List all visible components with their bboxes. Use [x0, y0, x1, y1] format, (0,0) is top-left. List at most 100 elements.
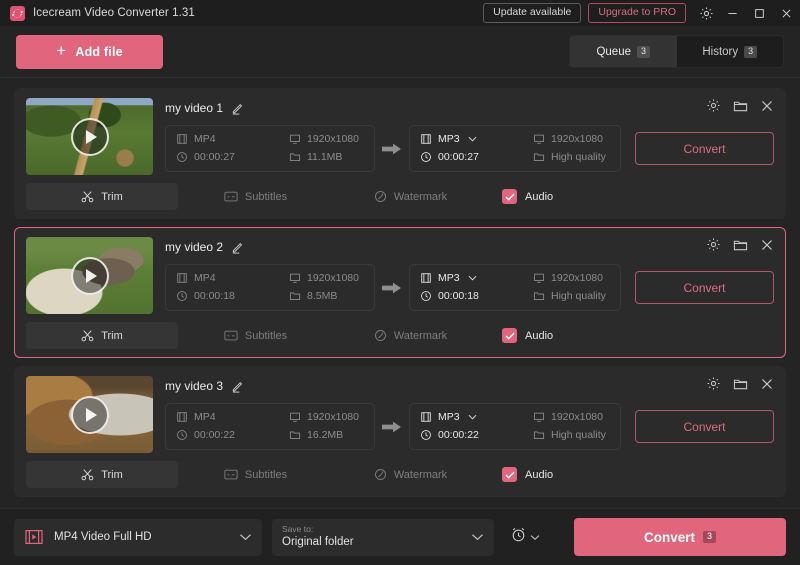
audio-checkbox-group[interactable]: Audio — [502, 467, 553, 482]
window-title: Icecream Video Converter 1.31 — [33, 7, 195, 19]
checkbox-checked-icon[interactable] — [502, 467, 517, 482]
queue-item-3[interactable]: my video 3 MP4 1920x1080 00:00:22 16.2MB… — [14, 366, 786, 497]
close-icon[interactable] — [760, 377, 774, 391]
subtitles-tab[interactable]: Subtitles — [178, 461, 333, 488]
folder-icon[interactable] — [733, 238, 748, 252]
target-duration-label: 00:00:27 — [438, 151, 479, 163]
trim-label: Trim — [101, 329, 123, 342]
source-size-label: 8.5MB — [307, 290, 338, 302]
trim-tab[interactable]: Trim — [26, 183, 178, 210]
chevron-down-icon[interactable] — [468, 275, 477, 281]
trim-tab[interactable]: Trim — [26, 461, 178, 488]
chevron-down-icon[interactable] — [471, 533, 484, 541]
minimize-icon[interactable] — [719, 0, 746, 26]
source-format: MP4 — [176, 411, 281, 423]
gear-icon[interactable] — [706, 98, 721, 113]
pencil-icon[interactable] — [231, 102, 244, 115]
gear-icon[interactable] — [706, 237, 721, 252]
trim-tab[interactable]: Trim — [26, 322, 178, 349]
convert-item-button[interactable]: Convert — [635, 132, 774, 165]
play-icon[interactable] — [70, 395, 109, 434]
chevron-down-icon[interactable] — [239, 533, 252, 541]
plus-icon: + — [56, 41, 67, 60]
subtitles-tab[interactable]: Subtitles — [178, 322, 333, 349]
gear-icon[interactable] — [706, 376, 721, 391]
target-format[interactable]: MP3 — [420, 272, 525, 284]
convert-all-button[interactable]: Convert 3 — [574, 518, 786, 556]
subtitles-label: Subtitles — [244, 190, 288, 203]
target-format[interactable]: MP3 — [420, 133, 525, 145]
folder-icon[interactable] — [733, 377, 748, 391]
queue-item-1-options: Trim Subtitles Watermark Audio — [26, 183, 774, 210]
folder-icon[interactable] — [733, 99, 748, 113]
update-available-button[interactable]: Update available — [483, 3, 582, 23]
chevron-down-icon[interactable] — [468, 136, 477, 142]
pencil-icon[interactable] — [231, 241, 244, 254]
save-to-label: Save to: — [282, 523, 314, 534]
add-file-button[interactable]: + Add file — [16, 34, 163, 69]
target-resolution: 1920x1080 — [533, 272, 610, 284]
close-icon[interactable] — [773, 0, 800, 26]
chevron-down-icon[interactable] — [468, 414, 477, 420]
target-duration: 00:00:22 — [420, 429, 525, 441]
source-format: MP4 — [176, 272, 281, 284]
checkbox-checked-icon[interactable] — [502, 189, 517, 204]
source-size: 8.5MB — [289, 290, 364, 302]
target-info[interactable]: MP3 1920x1080 00:00:2 — [409, 403, 621, 450]
source-info: MP4 1920x1080 00:00:22 16.2MB — [165, 403, 375, 450]
watermark-tab[interactable]: Watermark — [333, 322, 488, 349]
gear-icon[interactable] — [693, 0, 719, 26]
upgrade-to-pro-button[interactable]: Upgrade to PRO — [588, 3, 686, 23]
video-thumbnail-cheetah[interactable] — [26, 237, 153, 314]
source-resolution: 1920x1080 — [289, 411, 364, 423]
pencil-icon[interactable] — [231, 380, 244, 393]
queue-item-3-top: my video 3 MP4 1920x1080 00:00:22 16.2MB… — [26, 376, 774, 453]
source-duration-label: 00:00:22 — [194, 429, 235, 441]
target-quality-label: High quality — [551, 151, 606, 163]
output-format-select[interactable]: MP4 Video Full HD — [14, 518, 262, 556]
target-info[interactable]: MP3 1920x1080 00:00:18 High quality — [409, 264, 621, 311]
trim-label: Trim — [101, 190, 123, 203]
convert-item-button[interactable]: Convert — [635, 410, 774, 443]
queue-item-2[interactable]: my video 2 MP4 1920x1080 00:00:18 8.5MB … — [14, 227, 786, 358]
footer-bar: MP4 Video Full HD Save to: Original fold… — [0, 508, 800, 565]
save-to-inner: Save to: Original folder — [282, 524, 463, 550]
video-thumbnail-lion[interactable] — [26, 376, 153, 453]
chevron-down-icon[interactable] — [530, 528, 540, 546]
source-resolution-label: 1920x1080 — [307, 411, 359, 423]
watermark-tab[interactable]: Watermark — [333, 183, 488, 210]
queue-item-1[interactable]: my video 1 MP4 1920x1080 00:00:27 11.1MB… — [14, 88, 786, 219]
save-to-select[interactable]: Save to: Original folder — [272, 518, 494, 556]
close-icon[interactable] — [760, 99, 774, 113]
file-name: my video 1 — [165, 101, 224, 115]
queue-item-3-options: Trim Subtitles Watermark Audio — [26, 461, 774, 488]
checkbox-checked-icon[interactable] — [502, 328, 517, 343]
convert-item-button[interactable]: Convert — [635, 271, 774, 304]
watermark-label: Watermark — [393, 190, 448, 203]
play-icon[interactable] — [70, 256, 109, 295]
watermark-tab[interactable]: Watermark — [333, 461, 488, 488]
film-play-icon — [24, 528, 44, 546]
video-thumbnail-safari-road[interactable] — [26, 98, 153, 175]
close-icon[interactable] — [760, 238, 774, 252]
audio-checkbox-group[interactable]: Audio — [502, 189, 553, 204]
queue-item-1-top: my video 1 MP4 1920x1080 00:00:27 11.1MB… — [26, 98, 774, 175]
main-toolbar: + Add file Queue 3 History 3 — [0, 26, 800, 78]
target-quality: High quality — [533, 151, 610, 163]
target-info[interactable]: MP3 1920x1080 00:00:2 — [409, 125, 621, 172]
audio-label: Audio — [525, 468, 554, 481]
tab-queue[interactable]: Queue 3 — [570, 36, 677, 67]
play-icon[interactable] — [70, 117, 109, 156]
audio-label: Audio — [525, 329, 554, 342]
maximize-icon[interactable] — [746, 0, 773, 26]
source-format-label: MP4 — [194, 411, 216, 423]
target-resolution-label: 1920x1080 — [551, 133, 603, 145]
subtitles-tab[interactable]: Subtitles — [178, 183, 333, 210]
audio-checkbox-group[interactable]: Audio — [502, 328, 553, 343]
queue-item-2-tools — [706, 237, 774, 252]
tab-history[interactable]: History 3 — [677, 36, 784, 67]
watermark-label: Watermark — [393, 329, 448, 342]
queue-item-3-tools — [706, 376, 774, 391]
schedule-button[interactable] — [510, 526, 540, 548]
target-format[interactable]: MP3 — [420, 411, 525, 423]
